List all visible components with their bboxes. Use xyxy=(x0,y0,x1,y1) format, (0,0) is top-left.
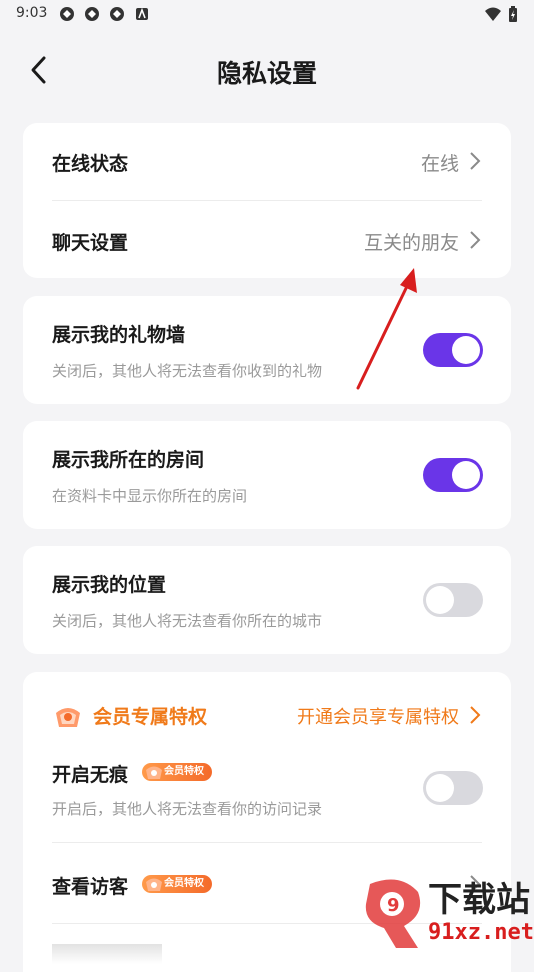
header: 隐私设置 xyxy=(0,40,534,100)
stealth-desc: 开启后，其他人将无法查看你的访问记录 xyxy=(52,800,323,818)
stealth-toggle[interactable] xyxy=(423,771,483,805)
gift-wall-desc: 关闭后，其他人将无法查看你收到的礼物 xyxy=(52,362,323,380)
vip-gift-icon xyxy=(56,708,80,727)
status-chat-card: 在线状态 在线 聊天设置 互关的朋友 xyxy=(23,123,511,278)
location-label: 展示我的位置 xyxy=(52,574,167,596)
vip-badge-text: 会员特权 xyxy=(164,878,204,889)
watermark-url: 91xz.net xyxy=(428,920,534,945)
room-card: 展示我所在的房间 在资料卡中显示你所在的房间 xyxy=(23,421,511,529)
location-desc: 关闭后，其他人将无法查看你所在的城市 xyxy=(52,612,323,630)
svg-text:9: 9 xyxy=(387,895,400,916)
chevron-right-icon xyxy=(470,706,481,724)
room-toggle[interactable] xyxy=(423,458,483,492)
gift-wall-label: 展示我的礼物墙 xyxy=(52,324,186,346)
notification-icon xyxy=(60,7,74,21)
watermark-brand: 下载站 xyxy=(428,880,530,920)
location-toggle[interactable] xyxy=(423,583,483,617)
vip-open-link[interactable]: 开通会员享专属特权 xyxy=(297,703,459,729)
chat-settings-row[interactable]: 聊天设置 互关的朋友 xyxy=(23,201,511,278)
status-bar: 9:03 xyxy=(0,0,534,28)
vip-title: 会员专属特权 xyxy=(93,706,208,728)
toggle-knob xyxy=(452,461,480,489)
location-card: 展示我的位置 关闭后，其他人将无法查看你所在的城市 xyxy=(23,546,511,654)
online-status-row[interactable]: 在线状态 在线 xyxy=(23,123,511,200)
stealth-label: 开启无痕 xyxy=(52,764,129,786)
toggle-knob xyxy=(426,586,454,614)
gift-wall-card: 展示我的礼物墙 关闭后，其他人将无法查看你收到的礼物 xyxy=(23,296,511,404)
gift-wall-toggle[interactable] xyxy=(423,333,483,367)
chat-settings-value: 互关的朋友 xyxy=(363,232,459,254)
wifi-icon xyxy=(485,7,501,21)
visitors-label: 查看访客 xyxy=(52,876,129,898)
chevron-right-icon xyxy=(470,231,481,249)
room-label: 展示我所在的房间 xyxy=(52,449,205,471)
online-status-value: 在线 xyxy=(420,153,459,175)
toggle-knob xyxy=(452,336,480,364)
vip-badge-text: 会员特权 xyxy=(164,766,204,777)
vip-gift-icon xyxy=(146,878,162,891)
room-desc: 在资料卡中显示你所在的房间 xyxy=(52,487,248,505)
app-notification-icon xyxy=(136,7,148,20)
online-status-label: 在线状态 xyxy=(52,153,129,175)
vip-gift-icon xyxy=(146,766,162,779)
watermark: 9 下载站 91xz.net xyxy=(360,868,534,950)
status-time: 9:03 xyxy=(16,5,48,21)
page-title: 隐私设置 xyxy=(216,59,317,88)
notification-icon xyxy=(110,7,124,21)
battery-icon xyxy=(509,6,517,22)
toggle-knob xyxy=(426,774,454,802)
site-logo-icon: 9 xyxy=(365,879,421,948)
vip-badge: 会员特权 xyxy=(142,875,212,893)
vip-badge: 会员特权 xyxy=(142,763,212,781)
chat-settings-label: 聊天设置 xyxy=(52,232,129,254)
notification-icon xyxy=(85,7,99,21)
chevron-right-icon xyxy=(470,152,481,170)
partially-hidden-row-label xyxy=(52,944,162,964)
